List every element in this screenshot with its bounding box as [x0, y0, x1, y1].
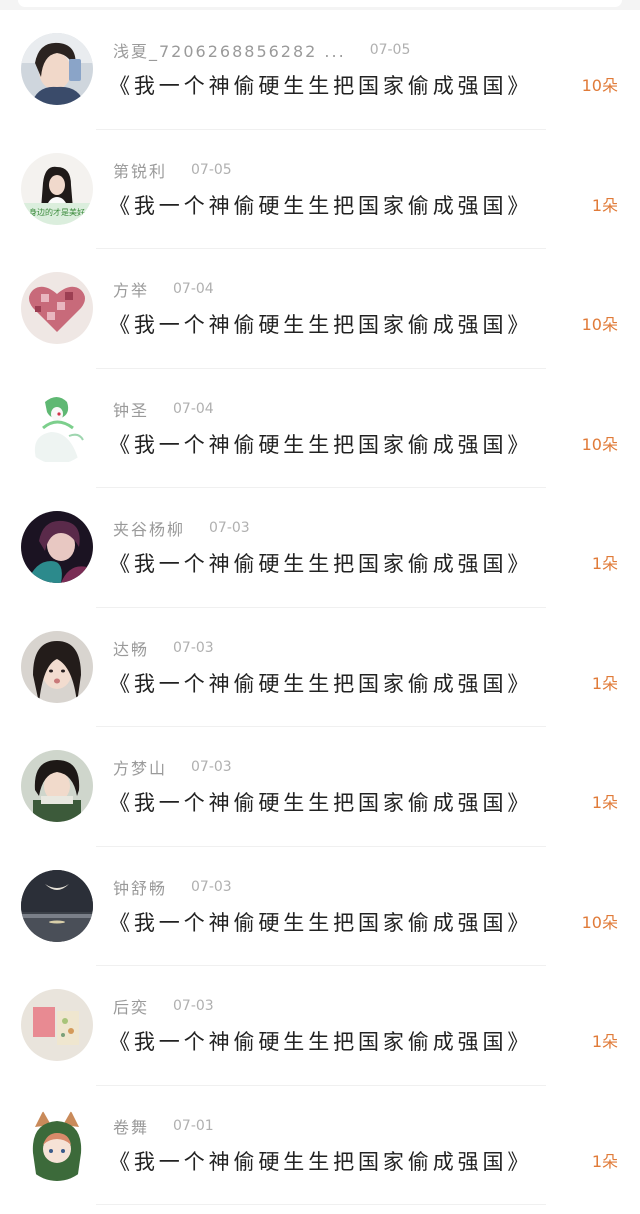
date: 07-03 — [173, 639, 214, 656]
top-strip — [0, 0, 640, 10]
avatar-image — [21, 989, 93, 1061]
avatar[interactable] — [21, 989, 93, 1061]
avatar[interactable] — [21, 272, 93, 344]
user-name[interactable]: 方梦山 — [113, 755, 167, 779]
book-title[interactable]: 《我一个神偷硬生生把国家偷成强国》 — [109, 188, 532, 224]
date: 07-03 — [173, 998, 214, 1014]
list-item[interactable]: 钟圣 07-04 《我一个神偷硬生生把国家偷成强国》 10朵 — [0, 369, 640, 488]
gift-count: 10朵 — [581, 315, 618, 334]
list-item[interactable]: 方举 07-04 《我一个神偷硬生生把国家偷成强国》 10朵 — [0, 249, 640, 369]
user-name[interactable]: 方举 — [113, 277, 149, 301]
book-title[interactable]: 《我一个神偷硬生生把国家偷成强国》 — [109, 785, 532, 821]
avatar[interactable] — [21, 750, 93, 822]
list-item[interactable]: 浅夏_7206268856282 ... 07-05 《我一个神偷硬生生把国家偷… — [0, 10, 640, 130]
list-item[interactable]: 达畅 07-03 《我一个神偷硬生生把国家偷成强国》 1朵 — [0, 608, 640, 727]
avatar[interactable] — [21, 511, 93, 583]
user-name[interactable]: 卷舞 — [113, 1114, 149, 1138]
gift-count: 1朵 — [591, 195, 618, 215]
book-title[interactable]: 《我一个神偷硬生生把国家偷成强国》 — [109, 1144, 532, 1180]
book-title[interactable]: 《我一个神偷硬生生把国家偷成强国》 — [109, 307, 532, 343]
date: 07-01 — [173, 1117, 214, 1134]
book-title[interactable]: 《我一个神偷硬生生把国家偷成强国》 — [109, 68, 532, 104]
meta: 达畅 07-03 — [113, 636, 214, 660]
date: 07-04 — [173, 281, 214, 297]
avatar[interactable] — [21, 869, 93, 942]
date: 07-03 — [191, 878, 232, 895]
avatar[interactable] — [21, 1108, 93, 1181]
avatar-overlay-text: 身边的才是美好 — [29, 207, 85, 217]
gift-count: 10朵 — [581, 434, 618, 454]
list-item[interactable]: 方梦山 07-03 《我一个神偷硬生生把国家偷成强国》 1朵 — [0, 727, 640, 847]
user-name[interactable]: 浅夏_7206268856282 ... — [113, 38, 346, 62]
avatar[interactable]: 身边的才是美好 — [21, 152, 93, 225]
list-item[interactable]: 身边的才是美好 第锐利 07-05 《我一个神偷硬生生把国家偷成强国》 1朵 — [0, 130, 640, 249]
user-name[interactable]: 夹谷杨柳 — [113, 516, 185, 540]
gift-count: 10朵 — [581, 912, 618, 932]
meta: 方举 07-04 — [113, 277, 214, 301]
avatar-image — [21, 869, 93, 942]
gift-count: 1朵 — [591, 793, 618, 812]
date: 07-05 — [369, 42, 411, 58]
meta: 夹谷杨柳 07-03 — [113, 516, 250, 540]
meta: 浅夏_7206268856282 ... 07-05 — [113, 38, 410, 62]
avatar-image — [21, 391, 93, 464]
avatar-image — [21, 1108, 93, 1181]
meta: 方梦山 07-03 — [113, 755, 232, 779]
avatar-image — [21, 630, 93, 703]
divider — [96, 1204, 546, 1205]
list-item[interactable]: 卷舞 07-01 《我一个神偷硬生生把国家偷成强国》 1朵 — [0, 1086, 640, 1205]
gift-list: 浅夏_7206268856282 ... 07-05 《我一个神偷硬生生把国家偷… — [0, 10, 640, 1205]
avatar-image — [21, 750, 93, 822]
book-title[interactable]: 《我一个神偷硬生生把国家偷成强国》 — [109, 427, 532, 463]
date: 07-03 — [209, 520, 250, 536]
gift-count: 1朵 — [591, 673, 618, 693]
avatar-image: 身边的才是美好 — [21, 152, 93, 225]
avatar[interactable] — [21, 630, 93, 703]
date: 07-04 — [173, 400, 214, 417]
user-name[interactable]: 后奕 — [113, 994, 149, 1018]
user-name[interactable]: 钟圣 — [113, 397, 149, 421]
avatar[interactable] — [21, 33, 93, 105]
book-title[interactable]: 《我一个神偷硬生生把国家偷成强国》 — [109, 546, 532, 582]
date: 07-03 — [191, 759, 232, 775]
date: 07-05 — [191, 161, 232, 178]
gift-count: 1朵 — [591, 1032, 618, 1051]
meta: 卷舞 07-01 — [113, 1114, 214, 1138]
meta: 钟圣 07-04 — [113, 397, 214, 421]
list-item[interactable]: 钟舒畅 07-03 《我一个神偷硬生生把国家偷成强国》 10朵 — [0, 847, 640, 966]
gift-count: 1朵 — [591, 1151, 618, 1171]
list-item[interactable]: 后奕 07-03 《我一个神偷硬生生把国家偷成强国》 1朵 — [0, 966, 640, 1086]
book-title[interactable]: 《我一个神偷硬生生把国家偷成强国》 — [109, 905, 532, 941]
avatar-image — [21, 272, 93, 344]
user-name[interactable]: 达畅 — [113, 636, 149, 660]
meta: 钟舒畅 07-03 — [113, 875, 232, 899]
avatar[interactable] — [21, 391, 93, 464]
user-name[interactable]: 钟舒畅 — [113, 875, 167, 899]
avatar-image — [21, 33, 93, 105]
list-item[interactable]: 夹谷杨柳 07-03 《我一个神偷硬生生把国家偷成强国》 1朵 — [0, 488, 640, 608]
gift-count: 10朵 — [581, 76, 618, 95]
gift-count: 1朵 — [591, 554, 618, 573]
meta: 第锐利 07-05 — [113, 158, 232, 182]
top-card-edge — [18, 0, 622, 7]
avatar-image — [21, 511, 93, 583]
book-title[interactable]: 《我一个神偷硬生生把国家偷成强国》 — [109, 1024, 532, 1060]
user-name[interactable]: 第锐利 — [113, 158, 167, 182]
book-title[interactable]: 《我一个神偷硬生生把国家偷成强国》 — [109, 666, 532, 702]
meta: 后奕 07-03 — [113, 994, 214, 1018]
